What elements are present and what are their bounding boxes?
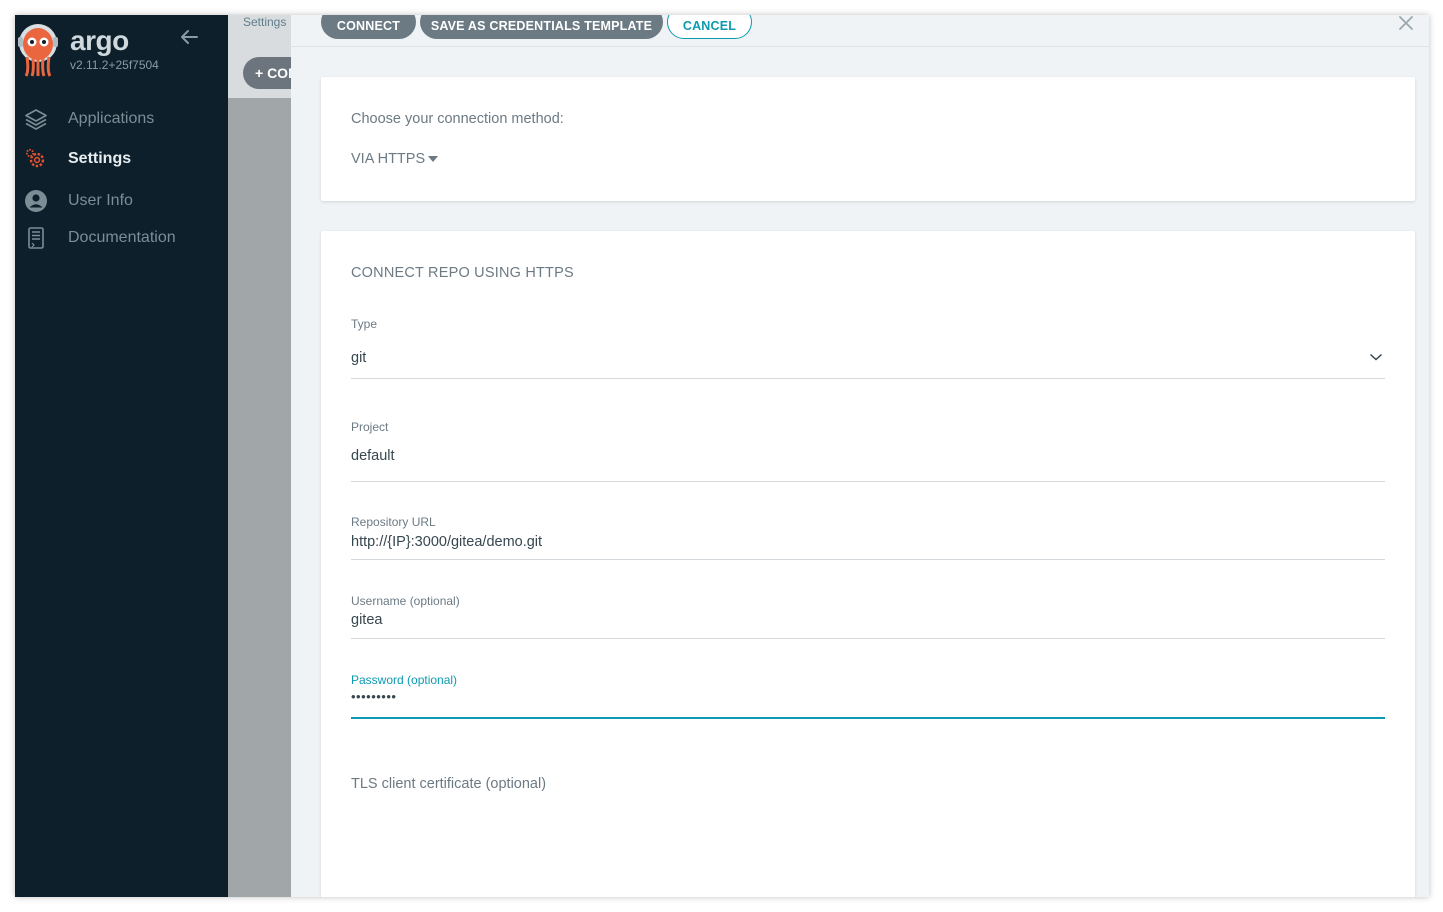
sidebar-item-label: Applications bbox=[68, 110, 155, 127]
connection-method-value: VIA HTTPS bbox=[351, 151, 426, 167]
project-underline bbox=[351, 481, 1385, 482]
repository-url-underline bbox=[351, 559, 1385, 560]
connect-repo-button[interactable]: + CONNECT REPO bbox=[243, 57, 291, 89]
password-underline bbox=[351, 717, 1385, 719]
type-underline bbox=[351, 378, 1385, 379]
connection-method-card: Choose your connection method: VIA HTTPS bbox=[321, 77, 1415, 201]
username-underline bbox=[351, 638, 1385, 639]
sidebar-item-settings[interactable]: Settings bbox=[15, 143, 228, 175]
username-value: gitea bbox=[351, 612, 383, 628]
password-label: Password (optional) bbox=[351, 673, 458, 687]
app-window: argo v2.11.2+25f7504 Applications Settin… bbox=[15, 15, 1429, 897]
project-label: Project bbox=[351, 420, 389, 434]
layers-icon bbox=[25, 109, 47, 130]
sidebar-item-label: Settings bbox=[68, 150, 132, 167]
panel-toolbar: CONNECT SAVE AS CREDENTIALS TEMPLATE CAN… bbox=[291, 15, 1429, 47]
password-field[interactable]: Password (optional) ••••••••• bbox=[351, 673, 1385, 721]
connection-method-dropdown[interactable]: VIA HTTPS bbox=[351, 151, 439, 167]
form-title: CONNECT REPO USING HTTPS bbox=[351, 265, 574, 281]
sidebar-item-label: Documentation bbox=[68, 229, 176, 246]
connect-repo-panel: CONNECT SAVE AS CREDENTIALS TEMPLATE CAN… bbox=[291, 15, 1429, 897]
settings-page-header-clip: Settings + CONNECT REPO bbox=[228, 15, 291, 98]
repository-url-field[interactable]: Repository URL http://{IP}:3000/gitea/de… bbox=[351, 515, 1385, 563]
type-label: Type bbox=[351, 317, 378, 331]
caret-down-icon bbox=[428, 156, 439, 163]
chevron-down-icon[interactable] bbox=[1369, 352, 1383, 362]
connect-button[interactable]: CONNECT bbox=[321, 15, 416, 39]
version-label: v2.11.2+25f7504 bbox=[70, 58, 159, 72]
user-circle-icon bbox=[25, 190, 47, 212]
connection-method-label: Choose your connection method: bbox=[351, 111, 564, 127]
close-icon[interactable] bbox=[1398, 15, 1414, 31]
sidebar: argo v2.11.2+25f7504 Applications Settin… bbox=[15, 15, 228, 897]
save-as-credentials-template-button[interactable]: SAVE AS CREDENTIALS TEMPLATE bbox=[420, 15, 663, 39]
password-value: ••••••••• bbox=[351, 689, 397, 704]
sidebar-item-documentation[interactable]: Documentation bbox=[15, 222, 228, 254]
connect-repo-form-card: CONNECT REPO USING HTTPS Type git Projec… bbox=[321, 231, 1415, 897]
sidebar-item-user-info[interactable]: User Info bbox=[15, 185, 228, 217]
project-value: default bbox=[351, 448, 395, 464]
book-icon bbox=[28, 227, 44, 249]
type-field[interactable]: Type git bbox=[351, 317, 1385, 381]
breadcrumb[interactable]: Settings bbox=[243, 15, 286, 29]
username-label: Username (optional) bbox=[351, 594, 460, 608]
gears-icon bbox=[25, 148, 45, 168]
type-value: git bbox=[351, 350, 367, 366]
brand-name: argo bbox=[70, 25, 129, 56]
repository-url-label: Repository URL bbox=[351, 515, 436, 529]
cancel-button[interactable]: CANCEL bbox=[667, 15, 752, 39]
username-field[interactable]: Username (optional) gitea bbox=[351, 594, 1385, 642]
argo-logo-icon bbox=[18, 24, 58, 77]
tls-client-certificate-label: TLS client certificate (optional) bbox=[351, 776, 547, 792]
settings-page-overlay: Settings + CONNECT REPO bbox=[228, 15, 291, 897]
arrow-left-icon[interactable] bbox=[179, 27, 199, 47]
project-field[interactable]: Project default bbox=[351, 420, 1385, 484]
sidebar-item-applications[interactable]: Applications bbox=[15, 103, 228, 135]
sidebar-item-label: User Info bbox=[68, 192, 133, 209]
repository-url-value: http://{IP}:3000/gitea/demo.git bbox=[351, 534, 543, 550]
